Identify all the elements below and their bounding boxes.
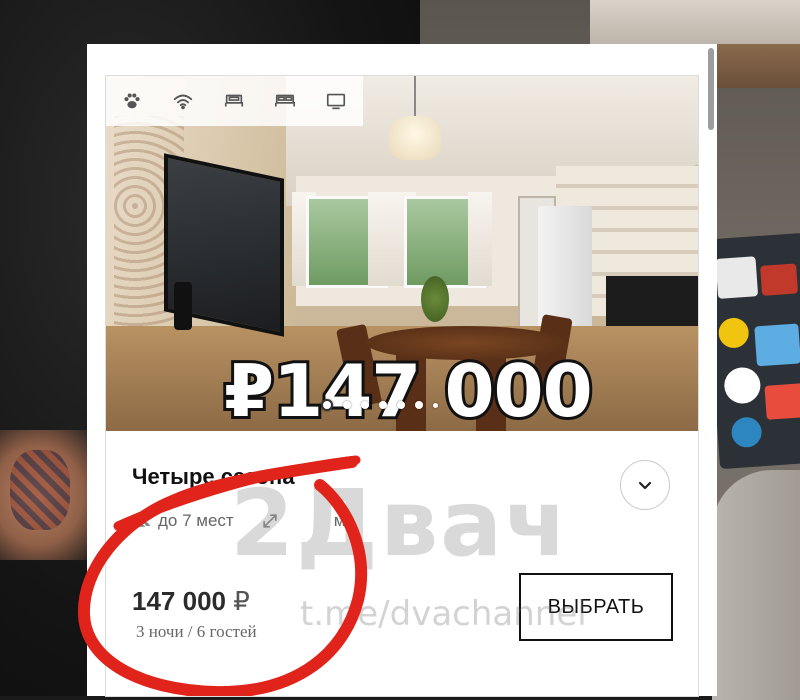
carousel-dot-active[interactable]: [321, 399, 333, 411]
paw-icon: [106, 76, 157, 126]
amenities-bar: [106, 76, 363, 126]
single-bed-icon: [208, 76, 259, 126]
carousel-dot[interactable]: [415, 401, 423, 409]
area-unit: м²: [333, 511, 352, 530]
area-icon: [263, 514, 277, 528]
price-currency: ₽: [233, 586, 250, 616]
wifi-icon: [157, 76, 208, 126]
carousel-dots: [321, 399, 438, 411]
background-tattooed-arm: [0, 430, 96, 560]
background-laptop: [704, 232, 800, 470]
carousel-dot[interactable]: [433, 402, 438, 408]
background-chair: [712, 470, 800, 700]
photo-price-overlay: ₽147 000: [221, 346, 596, 431]
listing-card: ₽147 000 Четыре сезона до 7 мест м² 147 …: [87, 44, 717, 697]
chevron-down-icon: [638, 481, 652, 490]
listing-photo[interactable]: ₽147 000: [106, 76, 698, 431]
select-button[interactable]: ВЫБРАТЬ: [519, 573, 673, 641]
tv-icon: [310, 76, 361, 126]
guests-capacity: до 7 мест: [158, 511, 234, 530]
ceiling-lamp: [389, 116, 441, 160]
carousel-dot[interactable]: [361, 401, 369, 409]
scrollbar[interactable]: [708, 48, 714, 130]
double-bed-icon: [259, 76, 310, 126]
listing-card-inner: ₽147 000 Четыре сезона до 7 мест м² 147 …: [105, 75, 699, 697]
carousel-dot[interactable]: [343, 401, 351, 409]
guests-icon: [133, 514, 151, 527]
expand-button[interactable]: [620, 460, 670, 510]
background-shelf-items: [590, 0, 800, 44]
price-amount: 147 000: [132, 586, 226, 616]
listing-meta: до 7 мест м²: [132, 511, 351, 531]
carousel-dot[interactable]: [397, 401, 405, 409]
price-details: 3 ночи / 6 гостей: [136, 622, 257, 641]
listing-price: 147 000 ₽: [132, 586, 250, 617]
listing-title: Четыре сезона: [132, 464, 295, 489]
carousel-dot[interactable]: [379, 401, 387, 409]
